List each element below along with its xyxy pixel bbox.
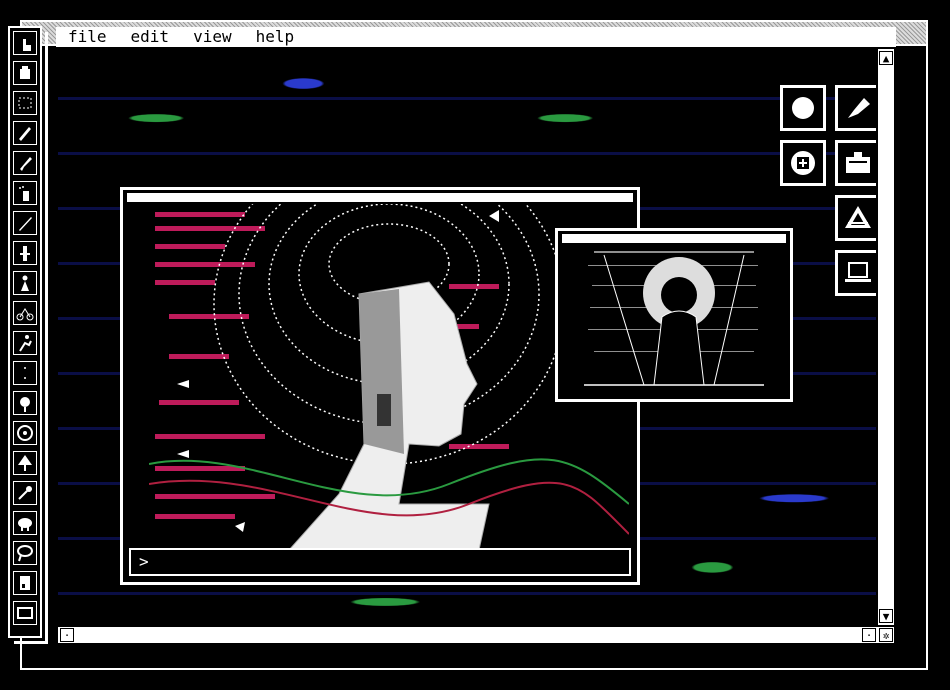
pen-nib-tool-button[interactable] (835, 85, 876, 131)
command-prompt: > (139, 552, 149, 571)
lasso-tool[interactable] (13, 541, 37, 565)
spray-icon (19, 186, 29, 201)
plant-icon (20, 397, 30, 412)
screen-icon (17, 607, 33, 619)
triangle-icon (845, 206, 871, 228)
brush-icon (20, 157, 32, 171)
lasso-icon (17, 545, 33, 562)
pen-tool[interactable] (13, 211, 37, 235)
person-tool[interactable] (13, 271, 37, 295)
dots-icon (24, 367, 26, 379)
sheep-tool[interactable] (13, 511, 37, 535)
bucket-tool[interactable] (13, 61, 37, 85)
dots-tool[interactable] (13, 361, 37, 385)
triangle-tool-button[interactable] (835, 195, 876, 241)
briefcase-icon (846, 152, 870, 173)
resize-handle-icon[interactable]: ✲ (879, 628, 893, 642)
plus-circle-icon (791, 151, 815, 175)
vertical-scrollbar[interactable]: ▲ ▼ (876, 49, 894, 625)
tree-tool[interactable] (13, 451, 37, 475)
pencil-icon (19, 127, 31, 141)
scroll-down-arrow[interactable]: ▼ (879, 609, 893, 623)
preview-window-titlebar[interactable] (562, 234, 786, 243)
tower-tool[interactable] (13, 241, 37, 265)
runner-icon (19, 335, 32, 352)
pointer-hand-tool[interactable] (13, 31, 37, 55)
toolbox (8, 26, 42, 638)
gear-tool[interactable] (13, 421, 37, 445)
menu-bar: file edit view help (56, 27, 896, 49)
plant-tool[interactable] (13, 391, 37, 415)
pen-nib-icon (848, 98, 870, 118)
desktop-canvas: > (58, 49, 876, 625)
bicycle-tool[interactable] (13, 301, 37, 325)
key-tool[interactable] (13, 481, 37, 505)
pencil-tool[interactable] (13, 121, 37, 145)
marquee-icon (18, 97, 32, 109)
menu-help[interactable]: help (244, 27, 307, 47)
preview-window[interactable] (555, 228, 793, 402)
brush-tool[interactable] (13, 151, 37, 175)
command-input[interactable]: > (129, 548, 631, 576)
person-icon (21, 275, 29, 291)
sheep-icon (18, 518, 32, 531)
preview-artwork (584, 245, 764, 393)
laptop-tool-button[interactable] (835, 250, 876, 296)
marquee-tool[interactable] (13, 91, 37, 115)
screen-tool[interactable] (13, 601, 37, 625)
briefcase-tool-button[interactable] (835, 140, 876, 186)
circle-icon (792, 97, 814, 119)
pointer-hand-icon (23, 39, 31, 51)
runner-tool[interactable] (13, 331, 37, 355)
scroll-right-arrow[interactable]: · (862, 628, 876, 642)
gear-icon (17, 425, 33, 441)
laptop-icon (845, 262, 871, 282)
spray-tool[interactable] (13, 181, 37, 205)
pen-icon (19, 217, 32, 231)
scroll-left-arrow[interactable]: · (60, 628, 74, 642)
menu-view[interactable]: view (181, 27, 244, 47)
scroll-up-arrow[interactable]: ▲ (879, 51, 893, 65)
menu-edit[interactable]: edit (119, 27, 182, 47)
key-icon (18, 486, 32, 500)
menu-file[interactable]: file (56, 27, 119, 47)
bicycle-icon (16, 308, 34, 321)
tree-icon (18, 455, 32, 471)
circle-tool-button[interactable] (780, 85, 826, 131)
main-window-titlebar[interactable] (127, 193, 633, 202)
page-tool[interactable] (13, 571, 37, 595)
bucket-icon (20, 66, 30, 79)
tower-icon (20, 246, 30, 261)
plus-circle-tool-button[interactable] (780, 140, 826, 186)
horizontal-scrollbar[interactable]: · · ✲ (58, 625, 894, 643)
page-icon (20, 576, 30, 590)
